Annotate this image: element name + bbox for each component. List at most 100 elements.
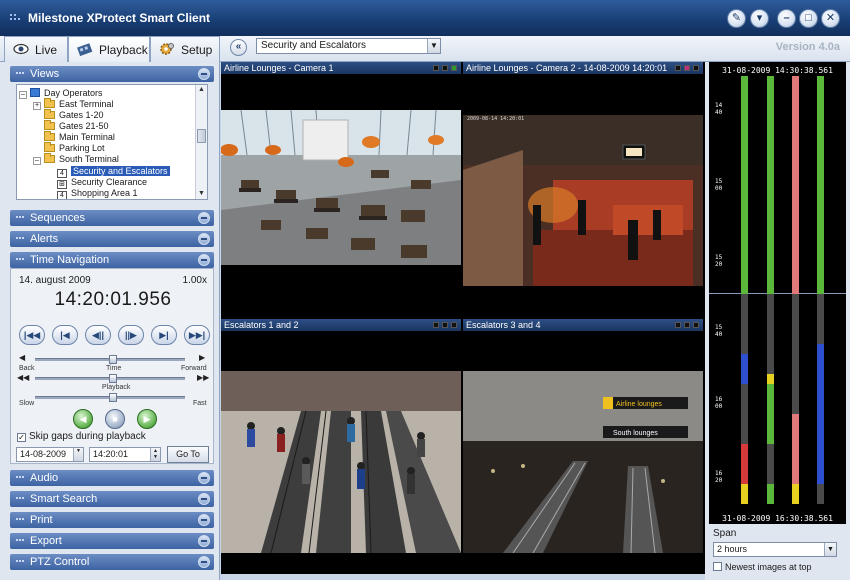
camera-tile-3[interactable]: Escalators 1 and 2	[221, 319, 461, 574]
calendar-dropdown-icon[interactable]: ▼	[73, 448, 83, 461]
help-icon[interactable]: ✎	[727, 9, 746, 28]
chevron-down-icon: ▼	[427, 39, 440, 53]
sequences-header[interactable]: Sequences	[10, 210, 214, 226]
forward-label: Forward	[181, 365, 207, 372]
play-reverse-round-button[interactable]: ◀	[73, 409, 93, 429]
camera-title-bar: Airline Lounges - Camera 2 - 14-08-2009 …	[463, 62, 703, 74]
speed-slider-thumb[interactable]	[109, 393, 117, 402]
camera-control-icon[interactable]	[433, 65, 439, 71]
tree-item[interactable]: ⊞ Security Clearance	[57, 177, 147, 189]
views-tree[interactable]: – Day Operators + East Terminal Gates 1-20…	[16, 84, 208, 200]
window-title: Milestone XProtect Smart Client	[28, 11, 211, 25]
camera-control-icon[interactable]	[451, 322, 457, 328]
time-navigation-header[interactable]: Time Navigation	[10, 252, 214, 268]
minimize-icon[interactable]: –	[777, 9, 796, 28]
recording-segment	[767, 444, 774, 484]
tab-live-label: Live	[35, 43, 58, 57]
tree-item[interactable]: Gates 21-50	[44, 120, 109, 132]
camera-3-image	[221, 371, 461, 553]
camera-control-icon[interactable]	[675, 322, 681, 328]
camera-title-bar: Airline Lounges - Camera 1	[221, 62, 461, 74]
camera-control-icon[interactable]	[684, 322, 690, 328]
camera-tile-4[interactable]: Escalators 3 and 4 Airline lounges South…	[463, 319, 703, 574]
view-select[interactable]: Security and Escalators ▼	[256, 38, 441, 54]
collapse-icon[interactable]	[198, 233, 210, 245]
camera-2-image: 2009-08-14 14:20:01	[463, 110, 703, 286]
camera-control-icon[interactable]	[433, 322, 439, 328]
print-header[interactable]: Print	[10, 512, 214, 528]
checkbox-icon: ✓	[17, 433, 26, 442]
time-spinner-icon[interactable]: ▲ ▼	[150, 448, 160, 461]
scroll-down-icon[interactable]: ▼	[196, 189, 207, 199]
first-frame-button[interactable]: |◀◀	[19, 325, 45, 345]
tree-item[interactable]: 4 Shopping Area 1	[57, 188, 138, 199]
tree-item[interactable]: Gates 1-20	[44, 109, 104, 121]
tree-item[interactable]: Parking Lot	[44, 142, 105, 154]
camera-control-icon[interactable]	[675, 65, 681, 71]
tick-label: 20	[715, 477, 723, 484]
tree-label: South Terminal	[59, 154, 119, 164]
go-to-button[interactable]: Go To	[167, 446, 209, 463]
playback-slider-thumb[interactable]	[109, 374, 117, 383]
span-select[interactable]: 2 hours ▼	[713, 542, 837, 557]
next-frame-button[interactable]: ▶|	[151, 325, 177, 345]
timeline-chart[interactable]: 31-08-2009 14:30:38.561 31-08-2009 16:30…	[709, 62, 846, 524]
collapse-icon[interactable]	[198, 514, 210, 526]
camera-tile-1[interactable]: Airline Lounges - Camera 1	[221, 62, 461, 317]
collapse-icon[interactable]	[198, 212, 210, 224]
collapse-icon[interactable]	[198, 556, 210, 568]
camera-control-icon[interactable]	[693, 65, 699, 71]
camera-title: Escalators 3 and 4	[466, 320, 541, 330]
views-header[interactable]: Views	[10, 66, 214, 82]
recording-segment	[792, 76, 799, 306]
audio-header[interactable]: Audio	[10, 470, 214, 486]
tree-item-root[interactable]: – Day Operators	[19, 88, 103, 99]
skip-gaps-checkbox[interactable]: ✓ Skip gaps during playback	[17, 431, 146, 442]
recording-segment	[741, 484, 748, 504]
tree-scrollbar[interactable]: ▲ ▼	[195, 85, 207, 199]
slow-label: Slow	[19, 400, 35, 407]
tree-item[interactable]: – South Terminal	[33, 153, 119, 165]
prev-frame-button[interactable]: |◀	[52, 325, 78, 345]
rewind-icon: ◀◀	[17, 373, 30, 382]
collapse-icon[interactable]	[198, 493, 210, 505]
close-icon[interactable]: ✕	[821, 9, 840, 28]
tab-playback[interactable]: Playback	[68, 36, 150, 63]
tree-item[interactable]: Main Terminal	[44, 131, 115, 143]
tree-item-selected[interactable]: 4 Security and Escalators	[57, 166, 170, 178]
last-frame-button[interactable]: ▶▶|	[184, 325, 210, 345]
stop-button[interactable]: ■	[105, 409, 125, 429]
newest-at-top-checkbox[interactable]: Newest images at top	[713, 562, 812, 572]
play-forward-button[interactable]: ||▶	[118, 325, 144, 345]
scroll-thumb[interactable]	[197, 129, 206, 143]
camera-tile-2[interactable]: Airline Lounges - Camera 2 - 14-08-2009 …	[463, 62, 703, 317]
menu-icon[interactable]: ▾	[750, 9, 769, 28]
maximize-icon[interactable]: □	[799, 9, 818, 28]
alerts-header[interactable]: Alerts	[10, 231, 214, 247]
playback-date: 14. august 2009	[19, 275, 91, 286]
time-input[interactable]: 14:20:01 ▲ ▼	[89, 447, 161, 462]
camera-control-icon[interactable]	[693, 322, 699, 328]
export-header[interactable]: Export	[10, 533, 214, 549]
smart-search-header[interactable]: Smart Search	[10, 491, 214, 507]
ptz-control-header[interactable]: PTZ Control	[10, 554, 214, 570]
scroll-up-icon[interactable]: ▲	[196, 85, 207, 95]
timeline-start-label: 31-08-2009 14:30:38.561	[722, 66, 833, 75]
tab-live[interactable]: Live	[4, 36, 68, 62]
camera-control-icon[interactable]	[442, 65, 448, 71]
tick-label: 00	[715, 403, 723, 410]
tab-setup[interactable]: Setup	[150, 36, 220, 62]
time-slider-thumb[interactable]	[109, 355, 117, 364]
section-label: Print	[30, 514, 53, 526]
back-button[interactable]: «	[230, 39, 247, 56]
forward-arrow-icon: ▶	[199, 353, 206, 362]
play-round-button[interactable]: ▶	[137, 409, 157, 429]
collapse-icon[interactable]	[198, 254, 210, 266]
tree-label: Gates 1-20	[59, 110, 104, 120]
date-input[interactable]: 14-08-2009 ▼	[16, 447, 84, 462]
collapse-icon[interactable]	[198, 68, 210, 80]
camera-control-icon[interactable]	[442, 322, 448, 328]
collapse-icon[interactable]	[198, 535, 210, 547]
collapse-icon[interactable]	[198, 472, 210, 484]
play-reverse-button[interactable]: ◀||	[85, 325, 111, 345]
